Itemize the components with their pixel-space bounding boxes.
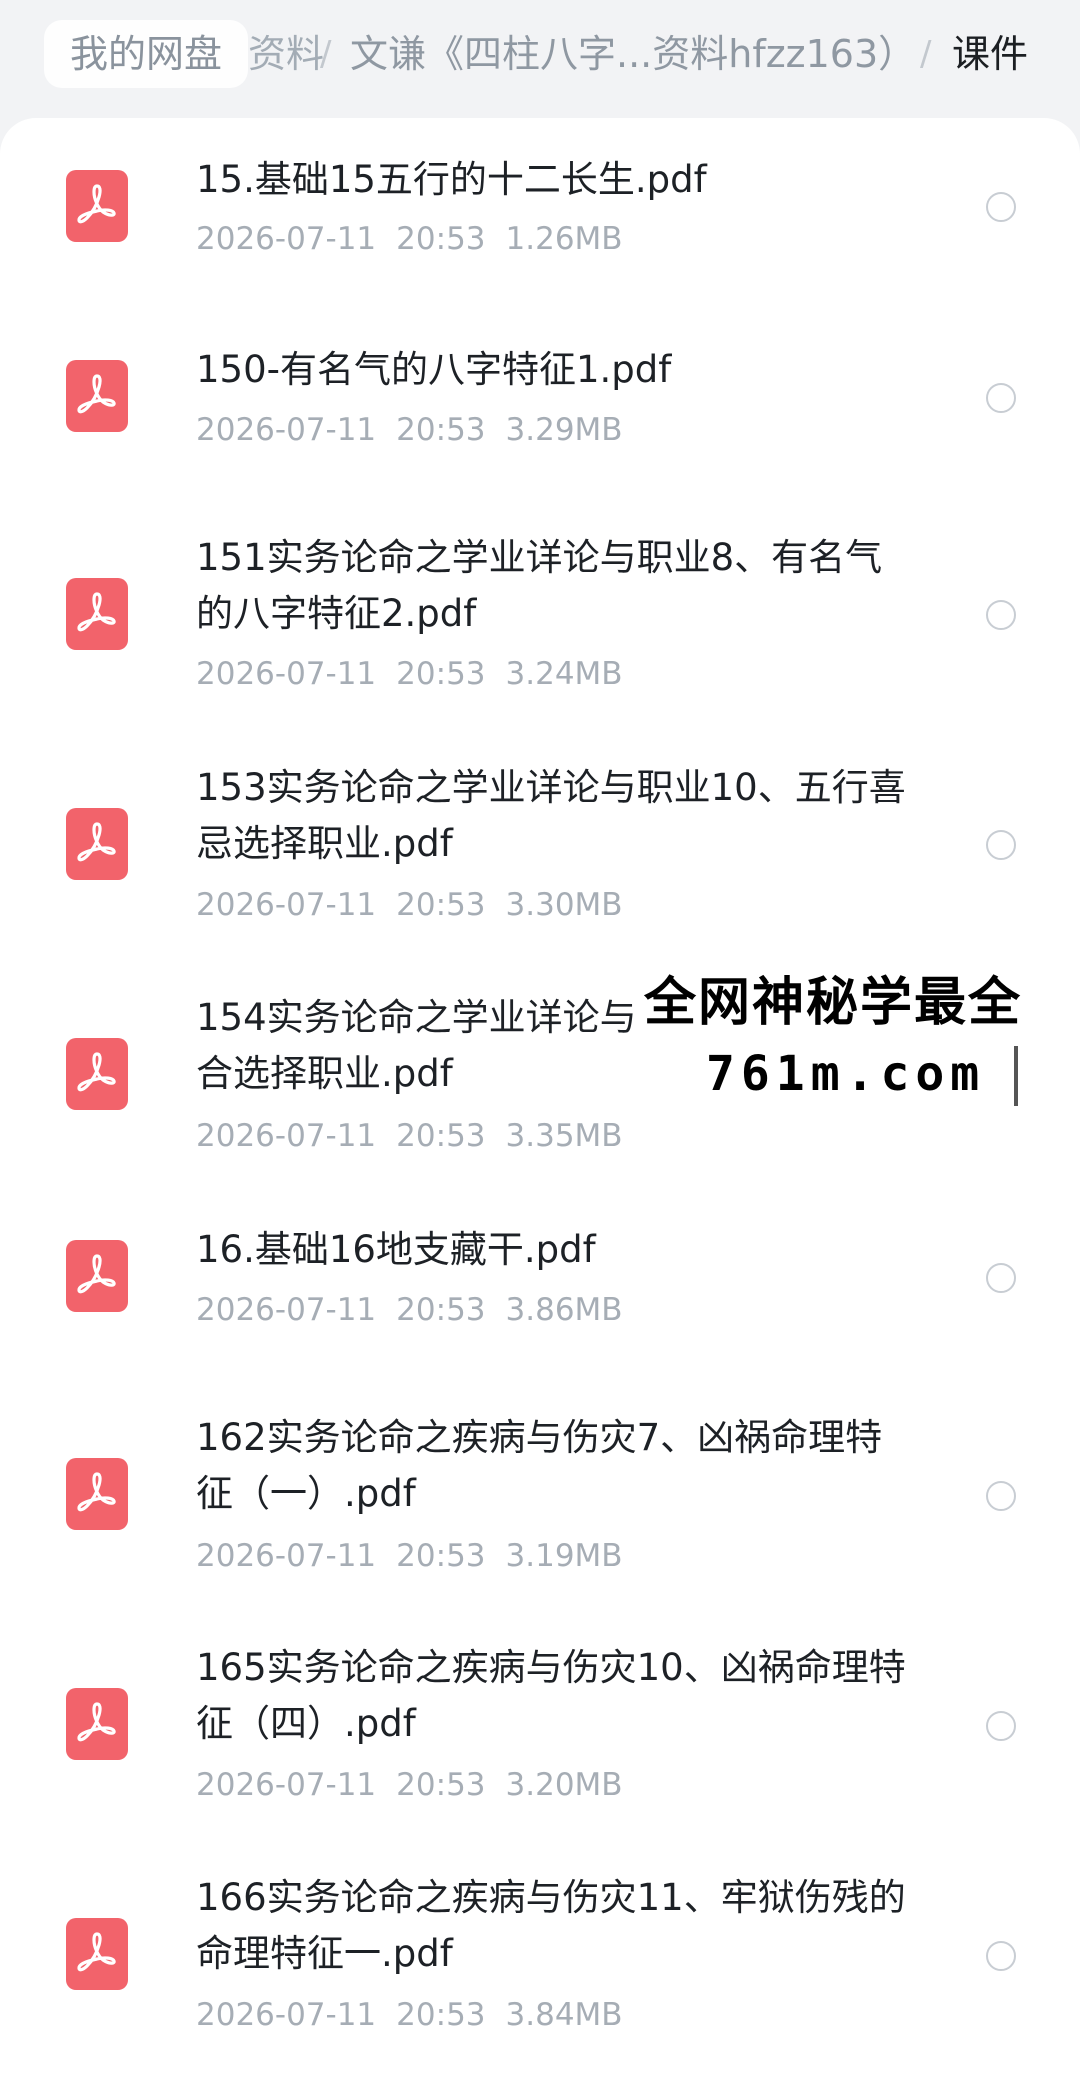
file-meta: 2026-07-11 20:53 3.24MB xyxy=(196,653,643,695)
select-radio-button[interactable] xyxy=(986,1481,1016,1511)
file-meta: 2026-07-11 20:53 3.30MB xyxy=(196,884,643,926)
file-name: 16.基础16地支藏干.pdf xyxy=(196,1228,596,1271)
select-radio-button[interactable] xyxy=(986,600,1016,630)
file-size: 3.86MB xyxy=(505,1292,623,1328)
file-time: 20:53 xyxy=(396,1997,486,2033)
file-size: 3.19MB xyxy=(505,1538,623,1574)
file-size: 3.20MB xyxy=(505,1767,623,1803)
select-radio-button[interactable] xyxy=(986,192,1016,222)
file-meta: 2026-07-11 20:53 3.19MB xyxy=(196,1535,643,1577)
file-name: 151实务论命之学业详论与职业8、有名气的八字特征2.pdf xyxy=(196,536,883,635)
breadcrumb: 资料 / 文谦《四柱八字...资料hfzz163） / 课件 我的网盘 xyxy=(0,0,1080,118)
file-name: 165实务论命之疾病与伤灾10、凶祸命理特征（四）.pdf xyxy=(196,1646,906,1745)
file-meta: 2026-07-11 20:53 3.86MB xyxy=(196,1289,643,1331)
file-date: 2026-07-11 xyxy=(196,1997,377,2033)
breadcrumb-item-prev[interactable]: 资料 xyxy=(248,28,324,80)
pdf-file-icon xyxy=(66,1688,128,1760)
file-date: 2026-07-11 xyxy=(196,412,377,448)
select-radio-button[interactable] xyxy=(986,1711,1016,1741)
pdf-file-icon xyxy=(66,1458,128,1530)
pdf-file-icon xyxy=(66,360,128,432)
file-meta: 2026-07-11 20:53 3.84MB xyxy=(196,1994,643,2036)
file-time: 20:53 xyxy=(396,1292,486,1328)
pdf-file-icon xyxy=(66,170,128,242)
pdf-file-icon xyxy=(66,1918,128,1990)
file-name: 150-有名气的八字特征1.pdf xyxy=(196,348,672,391)
watermark-line1: 全网神秘学最全 xyxy=(644,973,1023,1033)
select-radio-button[interactable] xyxy=(986,1941,1016,1971)
file-size: 3.35MB xyxy=(505,1118,623,1154)
file-date: 2026-07-11 xyxy=(196,887,377,923)
file-date: 2026-07-11 xyxy=(196,1538,377,1574)
breadcrumb-separator: / xyxy=(920,34,932,74)
file-name: 166实务论命之疾病与伤灾11、牢狱伤残的命理特征一.pdf xyxy=(196,1876,906,1975)
file-date: 2026-07-11 xyxy=(196,1118,377,1154)
file-date: 2026-07-11 xyxy=(196,221,377,257)
breadcrumb-separator: / xyxy=(320,34,332,74)
file-time: 20:53 xyxy=(396,412,486,448)
file-time: 20:53 xyxy=(396,1118,486,1154)
breadcrumb-home-button[interactable]: 我的网盘 xyxy=(44,20,249,88)
file-time: 20:53 xyxy=(396,1767,486,1803)
file-size: 1.26MB xyxy=(505,221,623,257)
file-size: 3.30MB xyxy=(505,887,623,923)
file-name: 153实务论命之学业详论与职业10、五行喜忌选择职业.pdf xyxy=(196,766,906,865)
file-meta: 2026-07-11 20:53 3.29MB xyxy=(196,409,643,451)
file-time: 20:53 xyxy=(396,221,486,257)
watermark-line2: 761m.com xyxy=(706,1046,986,1102)
file-time: 20:53 xyxy=(396,1538,486,1574)
file-meta: 2026-07-11 20:53 3.35MB xyxy=(196,1115,643,1157)
file-meta: 2026-07-11 20:53 3.20MB xyxy=(196,1764,643,1806)
file-date: 2026-07-11 xyxy=(196,1767,377,1803)
pdf-file-icon xyxy=(66,808,128,880)
file-size: 3.24MB xyxy=(505,656,623,692)
file-size: 3.29MB xyxy=(505,412,623,448)
file-name: 15.基础15五行的十二长生.pdf xyxy=(196,158,707,201)
file-date: 2026-07-11 xyxy=(196,1292,377,1328)
select-radio-button[interactable] xyxy=(986,1263,1016,1293)
pdf-file-icon xyxy=(66,578,128,650)
file-time: 20:53 xyxy=(396,887,486,923)
file-size: 3.84MB xyxy=(505,1997,623,2033)
file-date: 2026-07-11 xyxy=(196,656,377,692)
breadcrumb-item-folder[interactable]: 文谦《四柱八字...资料hfzz163） xyxy=(350,28,916,80)
select-radio-button[interactable] xyxy=(986,830,1016,860)
select-radio-button[interactable] xyxy=(986,383,1016,413)
file-meta: 2026-07-11 20:53 1.26MB xyxy=(196,218,643,260)
pdf-file-icon xyxy=(66,1038,128,1110)
pdf-file-icon xyxy=(66,1240,128,1312)
watermark-bar xyxy=(1014,1046,1018,1106)
file-name: 162实务论命之疾病与伤灾7、凶祸命理特征（一）.pdf xyxy=(196,1416,883,1515)
breadcrumb-item-current: 课件 xyxy=(952,32,1029,76)
file-time: 20:53 xyxy=(396,656,486,692)
